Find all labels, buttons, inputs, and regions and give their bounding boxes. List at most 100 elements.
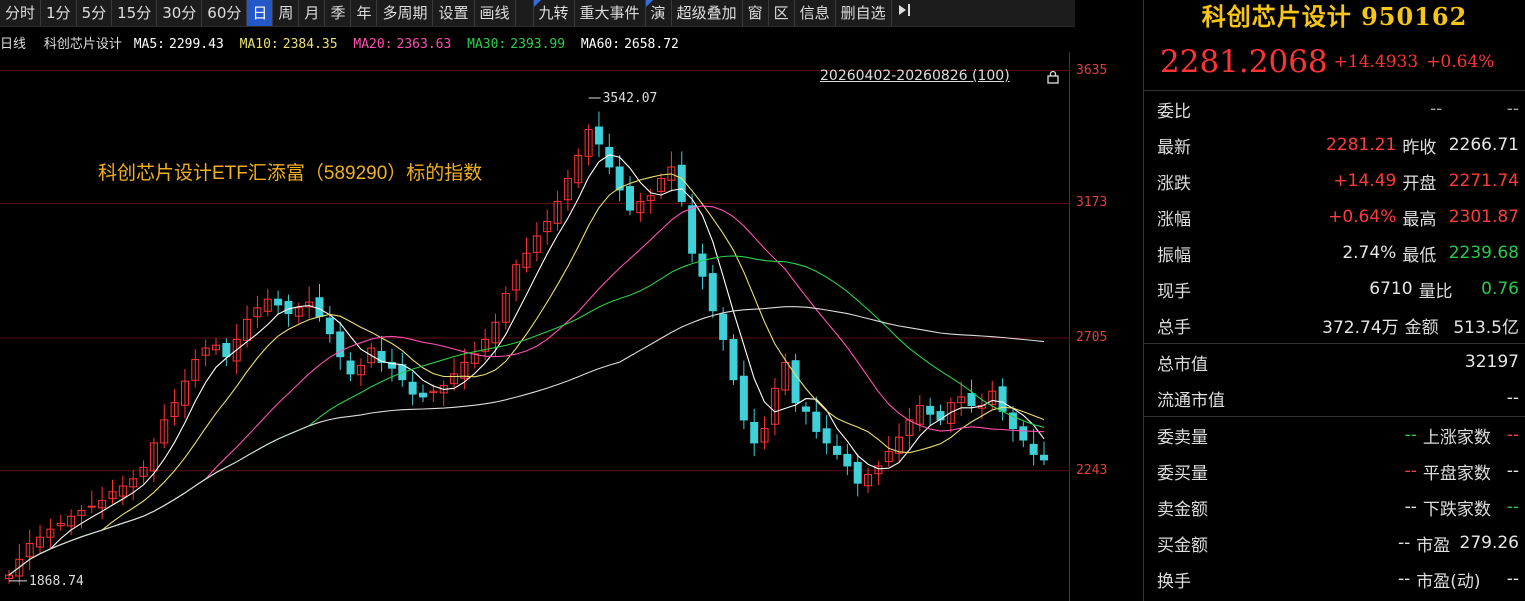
- quote-panel: 科创芯片设计 950162 2281.2068 +14.4933 +0.64% …: [1143, 0, 1525, 601]
- period-tab-toolbar-items2-1[interactable]: 重大事件: [575, 0, 646, 26]
- period-tab-toolbar-items-8[interactable]: 月: [299, 0, 326, 26]
- stat-value: --: [1506, 461, 1519, 481]
- kline-chart[interactable]: 3542.07 1868.74: [0, 52, 1070, 601]
- stock-chart-window: 分时 1分 5分 15分 30分 60分日周月季年多周期 设置 画线 九转 重大事件演超级叠加窗区…: [0, 0, 1525, 601]
- ma5-readout: MA5: 2299.43: [133, 37, 224, 52]
- period-tab-toolbar-items-1[interactable]: 1分: [41, 0, 77, 26]
- period-tab-toolbar-items2-4[interactable]: 窗: [743, 0, 769, 26]
- candle-down: [729, 338, 738, 381]
- stat-value: 6710: [1369, 279, 1413, 299]
- candle-down: [812, 411, 821, 432]
- ma60-readout: MA60: 2658.72: [580, 37, 679, 52]
- stat-label: 最低: [1402, 245, 1437, 266]
- stat-label: 卖金额: [1157, 499, 1208, 520]
- stat-value: 2.74%: [1342, 243, 1397, 263]
- stat-value: --: [1404, 497, 1417, 517]
- quote-row: 买金额 -- 市盈 279.26: [1144, 525, 1525, 561]
- quote-price-row: 2281.2068 +14.4933 +0.64%: [1144, 33, 1525, 91]
- period-tab-toolbar-items-4[interactable]: 30分: [157, 0, 203, 26]
- stat-value: 2266.71: [1448, 135, 1519, 155]
- ma-legend: 日线 科创芯片设计 MA5: 2299.43 MA10: 2384.35 MA20:…: [0, 33, 687, 53]
- quote-row: 振幅 2.74% 最低 2239.68: [1144, 235, 1525, 271]
- y-tick-label: 2243: [1076, 462, 1108, 478]
- stat-label: 总手: [1157, 317, 1191, 338]
- candle-down: [605, 146, 614, 168]
- period-tab-toolbar-items-6[interactable]: 日: [247, 0, 274, 26]
- stat-label: 量比: [1418, 281, 1453, 302]
- stat-value: --: [1506, 569, 1519, 589]
- stat-label: 下跌家数: [1422, 499, 1491, 520]
- period-tab-toolbar-items2-5[interactable]: 区: [769, 0, 795, 26]
- candle-down: [315, 297, 324, 317]
- lock-icon[interactable]: [1047, 70, 1059, 84]
- candle-down: [626, 186, 634, 211]
- period-tab-toolbar-items-9[interactable]: 季: [325, 0, 352, 26]
- stat-value: +0.64%: [1328, 207, 1397, 227]
- quote-row: 委卖量 -- 上涨家数 --: [1144, 417, 1525, 453]
- quote-row: 换手 -- 市盈(动) --: [1144, 561, 1525, 597]
- quote-row: 现手 6710 量比 0.76: [1144, 271, 1525, 307]
- stat-value: --: [1404, 425, 1417, 445]
- candle-down: [698, 253, 707, 277]
- stat-value: 2301.87: [1448, 207, 1519, 227]
- stat-label: 委卖量: [1157, 427, 1208, 448]
- candle-down: [1029, 443, 1038, 455]
- stat-label: 涨幅: [1157, 209, 1191, 230]
- candle-down: [843, 453, 852, 467]
- toolbar-spacer: [516, 0, 534, 26]
- stat-value: 2271.74: [1448, 171, 1519, 191]
- stat-label: 换手: [1157, 571, 1191, 592]
- candle-down: [967, 392, 976, 407]
- period-tab-toolbar-items-3[interactable]: 15分: [112, 0, 158, 26]
- quote-row: 流通市值 --: [1144, 380, 1525, 416]
- quote-row: 卖金额 -- 下跌家数 --: [1144, 489, 1525, 525]
- period-tab-toolbar-items2-3[interactable]: 超级叠加: [672, 0, 743, 26]
- stat-value: --: [1397, 533, 1411, 553]
- candle-down: [926, 405, 935, 415]
- y-tick-label: 3635: [1076, 62, 1108, 78]
- period-tab-toolbar-items-12[interactable]: 设置: [433, 0, 475, 26]
- stat-value: +14.49: [1333, 171, 1397, 191]
- candle-down: [833, 445, 841, 455]
- period-tab-toolbar-items-2[interactable]: 5分: [77, 0, 113, 26]
- last-price: 2281.2068: [1160, 43, 1328, 80]
- ma30-readout: MA30: 2393.99: [467, 37, 566, 52]
- stat-value: 2239.68: [1448, 243, 1519, 263]
- period-tab-toolbar-items-0[interactable]: 分时: [0, 0, 42, 26]
- candle-down: [719, 313, 728, 340]
- period-toolbar: 分时 1分 5分 15分 30分 60分日周月季年多周期 设置 画线 九转 重大事件演超级叠加窗区…: [0, 0, 1075, 27]
- low-price-label: 1868.74: [29, 574, 84, 589]
- period-tab-toolbar-items2-0[interactable]: 九转: [533, 0, 575, 26]
- stat-value: --: [1506, 425, 1519, 445]
- collapse-right-icon[interactable]: [892, 0, 918, 26]
- period-tab-toolbar-items2-2[interactable]: 演: [645, 0, 672, 26]
- period-tab-toolbar-items-7[interactable]: 周: [273, 0, 300, 26]
- high-price-label: 3542.07: [603, 91, 658, 106]
- quote-row: 总手 372.74万 金额 513.5亿: [1144, 307, 1525, 343]
- stat-value: --: [1506, 497, 1519, 517]
- stat-label: 现手: [1157, 281, 1191, 302]
- stat-value: --: [1397, 569, 1411, 589]
- period-tab-toolbar-items2-7[interactable]: 删自选: [836, 0, 892, 26]
- period-tab-toolbar-items-11[interactable]: 多周期: [377, 0, 434, 26]
- stat-label: 平盘家数: [1422, 463, 1491, 484]
- stat-label: 市盈: [1416, 535, 1451, 556]
- stat-value: --: [1506, 99, 1519, 119]
- ma10-readout: MA10: 2384.35: [239, 37, 338, 52]
- price-change: +14.4933: [1333, 51, 1419, 72]
- candle-down: [750, 422, 759, 444]
- stat-value: 279.26: [1459, 533, 1519, 553]
- stat-label: 涨跌: [1157, 173, 1191, 194]
- candle-down: [284, 300, 293, 315]
- date-range-label[interactable]: 20260402-20260826 (100): [820, 68, 1010, 84]
- stat-value: --: [1404, 461, 1417, 481]
- period-tab-toolbar-items2-6[interactable]: 信息: [795, 0, 836, 26]
- candle-down: [677, 164, 686, 202]
- stat-value: --: [1430, 99, 1443, 119]
- period-label: 日线: [0, 37, 27, 52]
- period-tab-toolbar-items-10[interactable]: 年: [351, 0, 378, 26]
- candle-down: [791, 360, 800, 404]
- stat-label: 委买量: [1157, 463, 1208, 484]
- period-tab-toolbar-items-13[interactable]: 画线: [475, 0, 516, 26]
- period-tab-toolbar-items-5[interactable]: 60分: [202, 0, 248, 26]
